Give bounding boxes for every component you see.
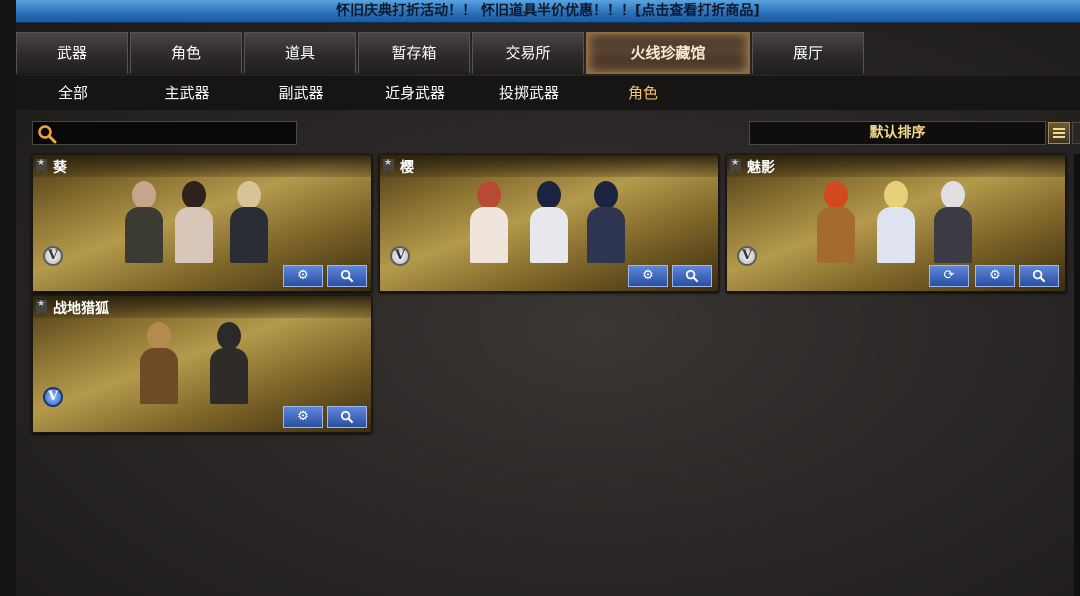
gear-icon: ⚙ (642, 268, 654, 283)
card-header (33, 155, 371, 177)
character-card-ying[interactable]: 樱 V ⚙ (379, 154, 719, 292)
search-icon (340, 269, 354, 283)
tab-items[interactable]: 道具 (244, 32, 356, 74)
tab-collection[interactable]: 火线珍藏馆 (586, 32, 750, 74)
sort-dropdown[interactable]: 默认排序 (749, 121, 1046, 145)
search-button[interactable] (672, 265, 712, 287)
character-portrait (468, 179, 510, 265)
character-card-kui[interactable]: 葵 V ⚙ (32, 154, 372, 292)
character-portrait (173, 179, 215, 265)
search-input[interactable] (63, 124, 295, 144)
card-header (380, 155, 718, 177)
gear-icon: ⚙ (297, 409, 309, 424)
search-icon (1032, 269, 1046, 283)
character-portrait (528, 179, 570, 265)
grid-view-button[interactable] (1072, 122, 1080, 144)
card-header (727, 155, 1065, 177)
character-portrait (208, 320, 250, 406)
scrollbar[interactable] (1074, 154, 1080, 596)
gear-button[interactable]: ⚙ (283, 265, 323, 287)
gear-button[interactable]: ⚙ (283, 406, 323, 428)
subtab-primary-weapons[interactable]: 主武器 (130, 76, 244, 110)
character-portrait (138, 320, 180, 406)
character-portrait (228, 179, 270, 265)
character-portrait (123, 179, 165, 265)
refresh-button[interactable]: ⟳ (929, 265, 969, 287)
card-title: 樱 (400, 160, 414, 176)
character-card-meiying[interactable]: 魅影 V ⟳ ⚙ (726, 154, 1066, 292)
search-button[interactable] (327, 406, 367, 428)
gear-icon: ⚙ (989, 268, 1001, 283)
gear-button[interactable]: ⚙ (975, 265, 1015, 287)
subtab-secondary-weapons[interactable]: 副武器 (244, 76, 358, 110)
subtab-all[interactable]: 全部 (16, 76, 130, 110)
v-rank-icon: V (43, 387, 63, 407)
v-rank-icon: V (390, 246, 410, 266)
search-button[interactable] (1019, 265, 1059, 287)
tab-storage[interactable]: 暂存箱 (358, 32, 470, 74)
sub-nav: 全部 主武器 副武器 近身武器 投掷武器 角色 (16, 76, 1080, 110)
card-title: 魅影 (747, 160, 775, 176)
search-box (32, 121, 297, 145)
gear-icon: ⚙ (297, 268, 309, 283)
v-rank-icon: V (737, 246, 757, 266)
search-icon (685, 269, 699, 283)
subtab-throwing-weapons[interactable]: 投掷武器 (472, 76, 586, 110)
card-title: 葵 (53, 160, 67, 176)
list-view-button[interactable] (1048, 122, 1070, 144)
character-portrait (875, 179, 917, 265)
search-icon (38, 125, 57, 144)
search-button[interactable] (327, 265, 367, 287)
gear-button[interactable]: ⚙ (628, 265, 668, 287)
subtab-characters[interactable]: 角色 (586, 76, 700, 110)
search-icon (340, 410, 354, 424)
character-portrait (585, 179, 627, 265)
left-edge (0, 0, 16, 596)
tab-showroom[interactable]: 展厅 (752, 32, 864, 74)
main-tabs: 武器 角色 道具 暂存箱 交易所 火线珍藏馆 展厅 (16, 32, 866, 76)
subtab-melee-weapons[interactable]: 近身武器 (358, 76, 472, 110)
v-rank-icon: V (43, 246, 63, 266)
promo-banner[interactable]: 怀旧庆典打折活动！！ 怀旧道具半价优惠！！！[点击查看打折商品] (16, 0, 1080, 23)
card-title: 战地猎狐 (53, 301, 109, 317)
refresh-icon: ⟳ (943, 268, 955, 283)
tab-exchange[interactable]: 交易所 (472, 32, 584, 74)
character-portrait (815, 179, 857, 265)
tab-weapons[interactable]: 武器 (16, 32, 128, 74)
tab-characters[interactable]: 角色 (130, 32, 242, 74)
character-card-zhandi-liehu[interactable]: 战地猎狐 V ⚙ (32, 295, 372, 433)
character-portrait (932, 179, 974, 265)
